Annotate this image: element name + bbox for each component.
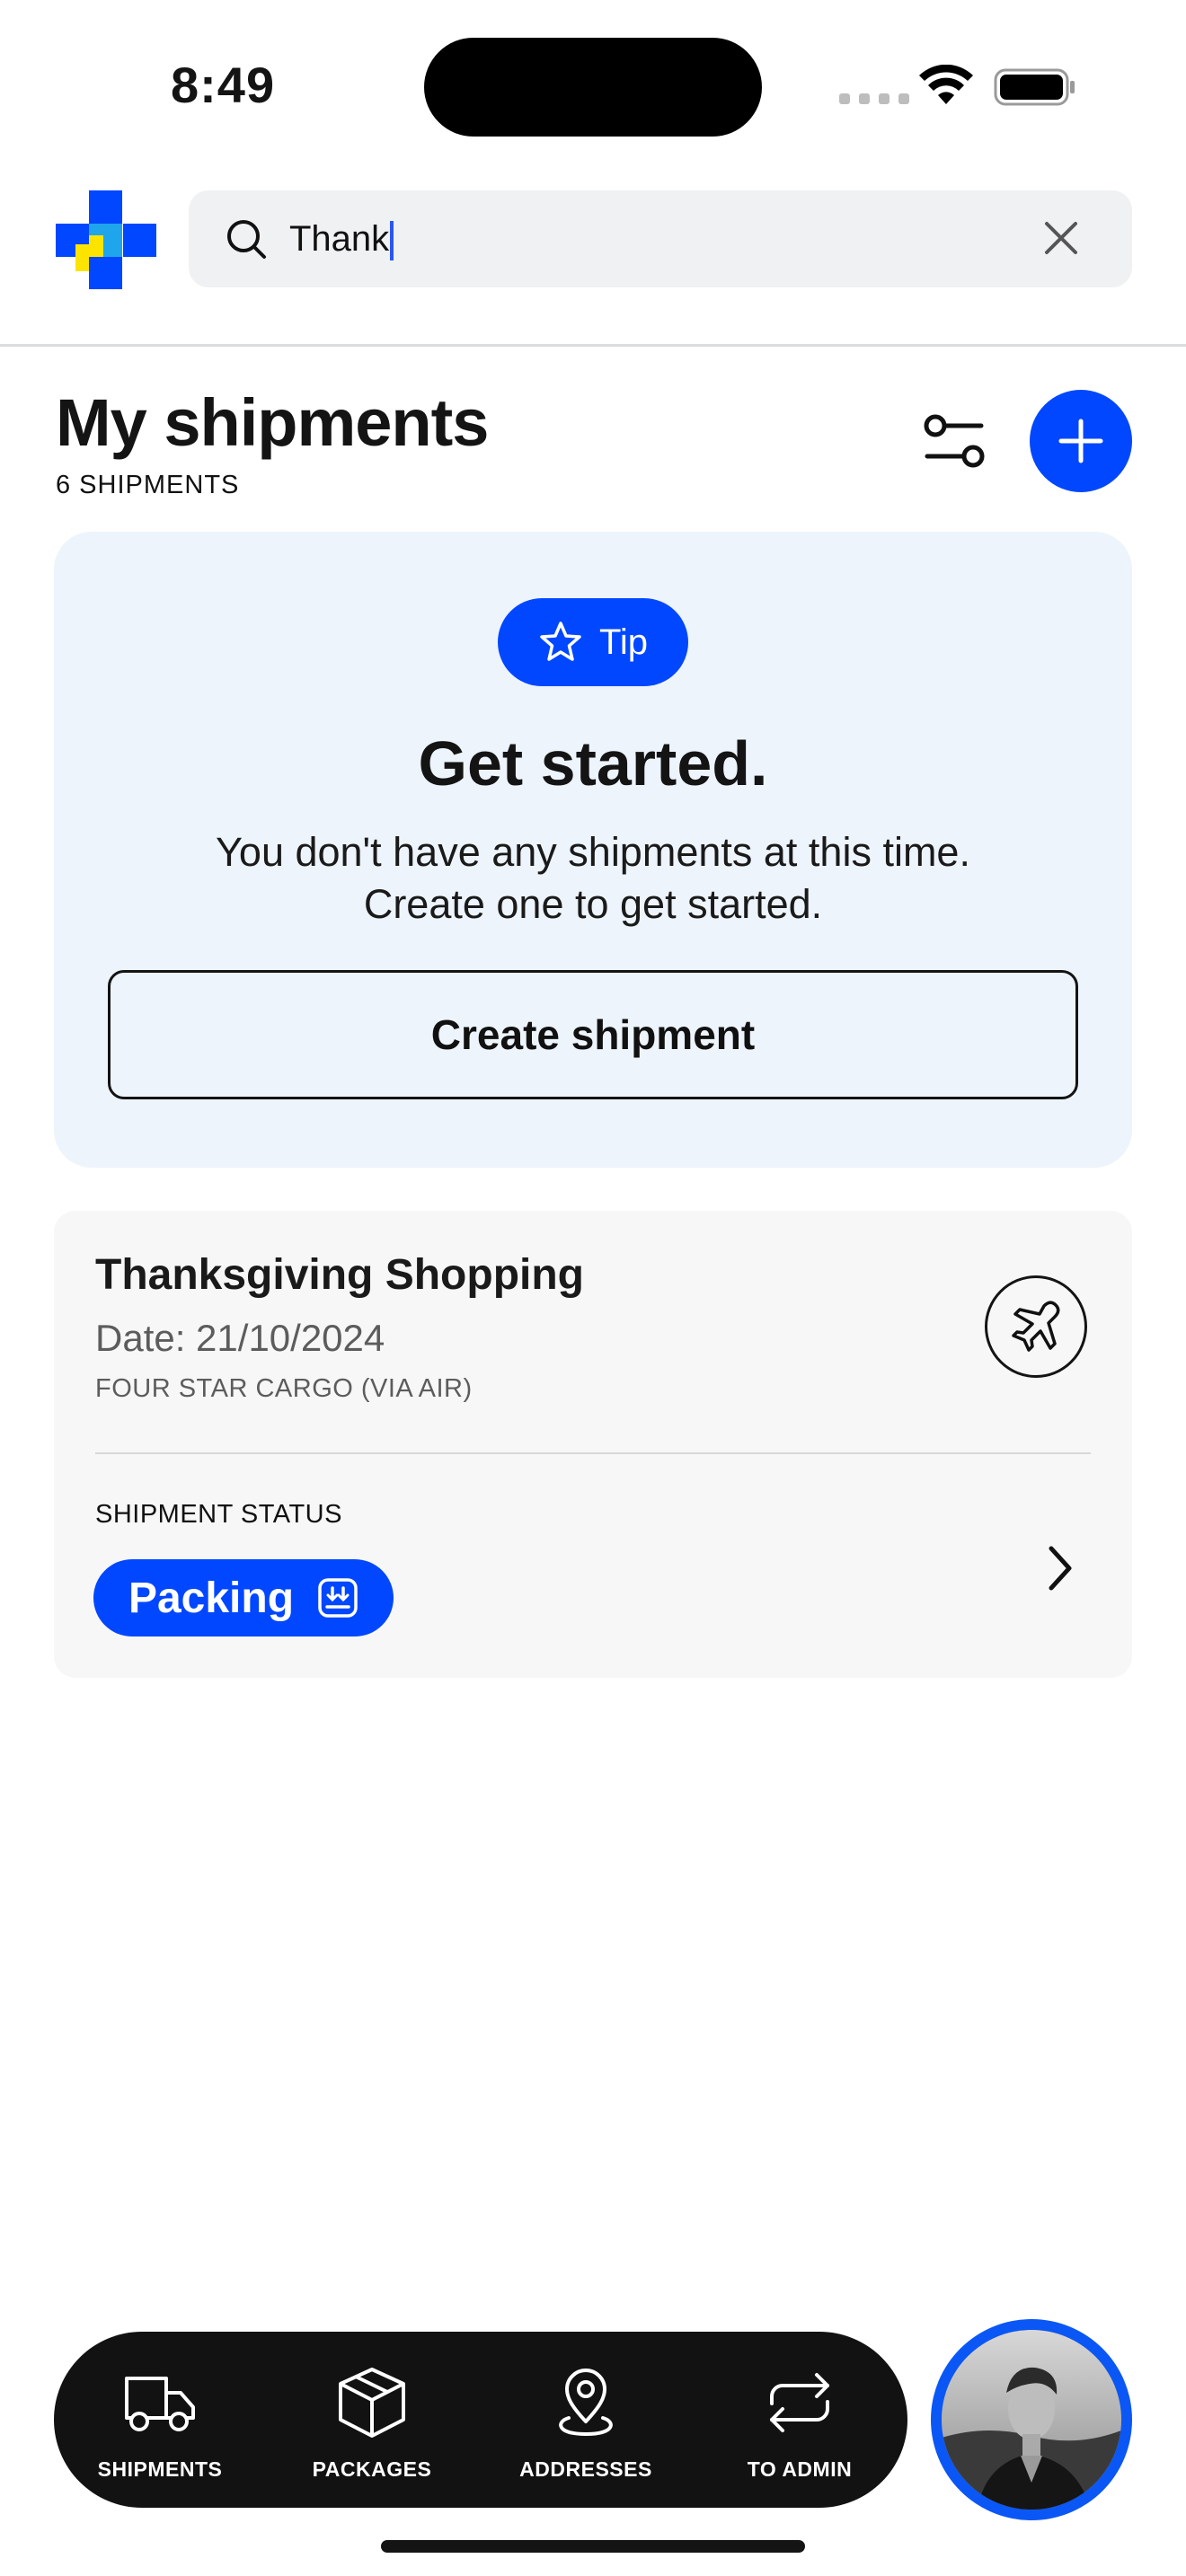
status-time: 8:49: [171, 57, 276, 113]
status-badge-text: Packing: [128, 1574, 295, 1622]
nav-item-to-admin[interactable]: TO ADMIN: [710, 2362, 890, 2482]
shipment-title: Thanksgiving Shopping: [95, 1251, 584, 1299]
star-icon: [540, 622, 581, 661]
header-divider: [0, 344, 1186, 347]
search-input-value: Thank: [289, 219, 390, 259]
page-title: My shipments: [56, 385, 489, 460]
packing-icon: [318, 1578, 358, 1618]
box-icon: [339, 2368, 405, 2438]
app-logo[interactable]: [56, 190, 156, 289]
nav-label-to-admin: TO ADMIN: [747, 2457, 853, 2481]
text-caret: [390, 221, 394, 261]
tip-badge-label: Tip: [598, 622, 649, 662]
filter-icon[interactable]: [922, 410, 987, 474]
dynamic-island: [424, 38, 762, 137]
app-screen: 8:49 Thank My shipments 6 SHIPMENTS Tip …: [0, 0, 1186, 2576]
nav-item-addresses[interactable]: ADDRESSES: [496, 2362, 676, 2482]
tip-message: You don't have any shipments at this tim…: [216, 829, 970, 927]
avatar-photo: [942, 2330, 1121, 2510]
cellular-signal-icon: [839, 93, 909, 104]
nav-label-shipments: SHIPMENTS: [97, 2457, 223, 2481]
tip-title: Get started.: [418, 728, 768, 798]
nav-label-packages: PACKAGES: [312, 2457, 432, 2481]
home-indicator: [381, 2540, 805, 2553]
battery-icon: [994, 68, 1075, 106]
clear-search-icon[interactable]: [1042, 219, 1080, 257]
profile-avatar[interactable]: [942, 2330, 1121, 2510]
chevron-right-icon[interactable]: [1044, 1543, 1076, 1593]
shipment-status-label: SHIPMENT STATUS: [95, 1500, 342, 1529]
create-shipment-button[interactable]: Create shipment: [108, 970, 1078, 1099]
add-shipment-button[interactable]: [1030, 390, 1132, 492]
shipment-count: 6 SHIPMENTS: [56, 471, 240, 499]
wifi-icon: [919, 65, 973, 104]
tip-badge: Tip: [498, 598, 688, 686]
status-badge: Packing: [93, 1559, 394, 1636]
search-input[interactable]: Thank: [289, 216, 394, 262]
nav-label-addresses: ADDRESSES: [519, 2457, 652, 2481]
swap-arrows-icon: [770, 2373, 829, 2432]
nav-item-shipments[interactable]: SHIPMENTS: [70, 2362, 250, 2482]
nav-item-packages[interactable]: PACKAGES: [282, 2362, 462, 2482]
truck-icon: [125, 2377, 195, 2431]
airplane-icon: [1012, 1301, 1060, 1352]
air-shipping-badge: [985, 1275, 1087, 1378]
search-icon: [227, 220, 266, 259]
plus-icon: [1058, 419, 1103, 463]
map-pin-icon: [559, 2369, 613, 2437]
shipment-date: Date: 21/10/2024: [95, 1317, 385, 1359]
shipment-divider: [95, 1452, 1091, 1454]
shipment-carrier: FOUR STAR CARGO (VIA AIR): [95, 1374, 473, 1403]
